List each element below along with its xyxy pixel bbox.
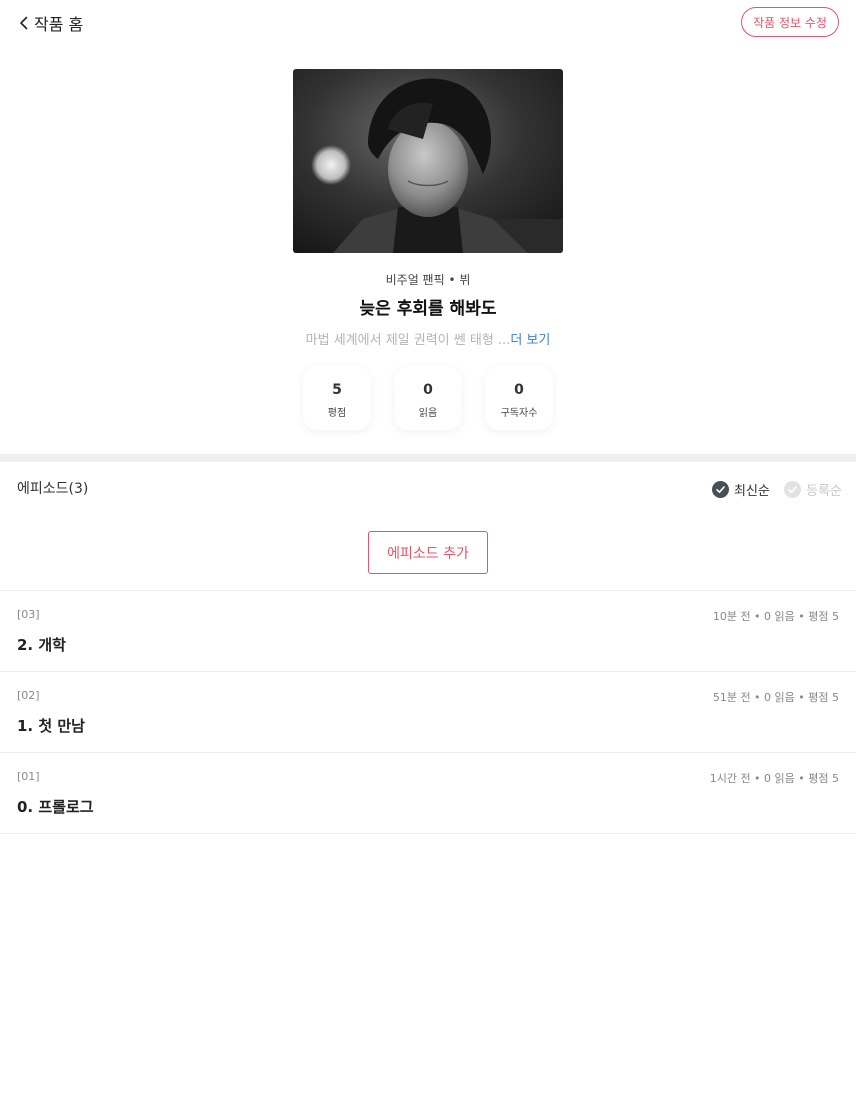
episode-row[interactable]: [02] 51분 전 • 0 읽음 • 평점 5 1. 첫 만남 xyxy=(0,671,856,752)
episode-number: [02] xyxy=(17,689,40,702)
sort-oldest-label: 등록순 xyxy=(806,483,842,499)
stat-rating-value: 5 xyxy=(332,382,342,398)
section-divider xyxy=(0,454,856,462)
work-synopsis: 마법 세계에서 제일 권력이 쎈 태형 ...더 보기 xyxy=(0,329,856,348)
episode-meta: 51분 전 • 0 읽음 • 평점 5 xyxy=(712,691,839,704)
work-category: 비주얼 팬픽 • 뷔 xyxy=(385,273,471,287)
work-title: 늦은 후회를 해봐도 xyxy=(359,299,497,319)
episode-title: 0. 프롤로그 xyxy=(17,798,94,816)
episode-title: 1. 첫 만남 xyxy=(17,717,85,735)
sort-oldest-option[interactable]: 등록순 xyxy=(784,479,842,499)
top-bar: 작품 홈 작품 정보 수정 xyxy=(0,0,856,46)
stat-reads: 0 읽음 xyxy=(394,366,462,430)
episode-title: 2. 개학 xyxy=(17,636,66,654)
more-link[interactable]: 더 보기 xyxy=(510,333,550,348)
stat-subscribers: 0 구독자수 xyxy=(485,366,553,430)
back-label: 작품 홈 xyxy=(34,15,84,34)
episode-meta: 1시간 전 • 0 읽음 • 평점 5 xyxy=(709,772,839,785)
stat-rating-label: 평점 xyxy=(327,408,347,419)
sort-latest-option[interactable]: 최신순 xyxy=(712,479,770,499)
episode-row[interactable]: [03] 10분 전 • 0 읽음 • 평점 5 2. 개학 xyxy=(0,590,856,671)
stat-subscribers-value: 0 xyxy=(514,382,524,398)
synopsis-text: 마법 세계에서 제일 권력이 쎈 태형 ... xyxy=(305,333,511,348)
episode-number: [01] xyxy=(17,770,40,783)
stat-rating: 5 평점 xyxy=(303,366,371,430)
stat-reads-label: 읽음 xyxy=(418,408,438,419)
cover-image xyxy=(293,69,563,253)
episode-number: [03] xyxy=(17,608,40,621)
stat-subscribers-label: 구독자수 xyxy=(500,408,538,419)
sort-latest-label: 최신순 xyxy=(734,483,770,499)
episode-count-header: 에피소드(3) xyxy=(17,481,89,497)
edit-work-info-button[interactable]: 작품 정보 수정 xyxy=(741,7,839,37)
chevron-left-icon xyxy=(20,16,28,30)
stat-reads-value: 0 xyxy=(423,382,433,398)
back-button[interactable]: 작품 홈 xyxy=(16,10,83,36)
check-icon xyxy=(784,480,801,498)
episode-row[interactable]: [01] 1시간 전 • 0 읽음 • 평점 5 0. 프롤로그 xyxy=(0,752,856,834)
add-episode-button[interactable]: 에피소드 추가 xyxy=(368,531,488,574)
episode-meta: 10분 전 • 0 읽음 • 평점 5 xyxy=(712,610,839,623)
check-icon xyxy=(712,480,729,498)
